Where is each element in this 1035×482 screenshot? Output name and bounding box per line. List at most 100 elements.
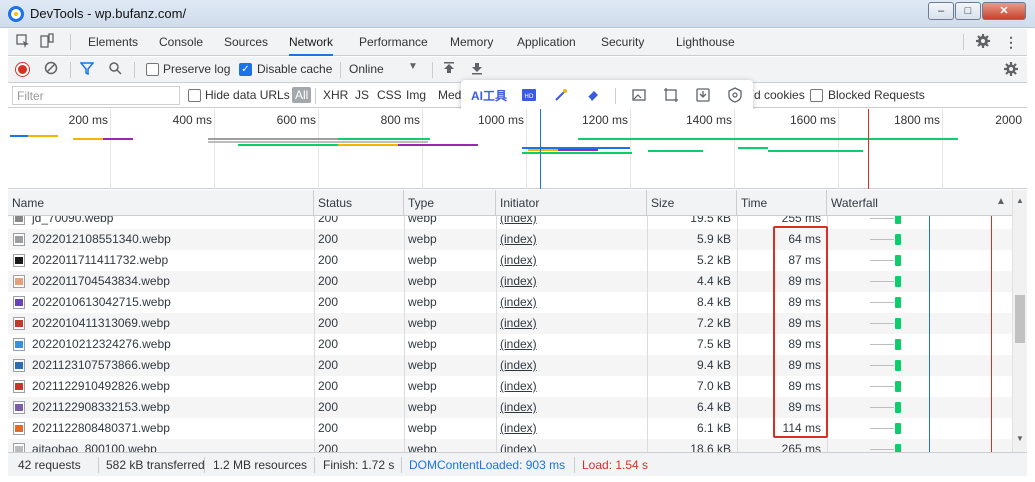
table-row[interactable]: 2022012108551340.webp 200 webp (index) 5.9 k… [8,229,1012,250]
type-filter-all[interactable]: All [292,87,312,103]
column-header-name[interactable]: Name [8,190,314,216]
waterfall-download-bar [895,381,901,392]
table-row[interactable]: 2021122908332153.webp 200 webp (index) 6.4 k… [8,397,1012,418]
overview-gridline [422,109,423,189]
request-type: webp [408,421,437,435]
table-row[interactable]: 2022011704543834.webp 200 webp (index) 4.4 k… [8,271,1012,292]
tab-elements[interactable]: Elements [88,29,138,56]
network-settings-gear-icon[interactable] [1002,61,1020,79]
request-initiator-link[interactable]: (index) [496,418,647,439]
export-har-icon[interactable] [468,61,486,79]
ai-tool-button[interactable]: AI工具 [467,87,511,105]
chevron-down-icon[interactable]: ▼ [408,61,418,72]
tab-security[interactable]: Security [601,29,644,56]
blocked-requests-checkbox[interactable] [810,89,823,102]
crop-icon[interactable] [661,87,681,105]
request-initiator-link[interactable]: (index) [496,439,647,452]
request-size: 7.2 kB [696,316,731,330]
import-har-icon[interactable] [440,61,458,79]
type-filter-media[interactable]: Med [438,88,461,102]
settings-gear-icon[interactable] [974,33,992,51]
request-initiator-link[interactable]: (index) [496,292,647,313]
overview-gridline [110,109,111,189]
image-file-icon [13,380,25,393]
request-initiator-link[interactable]: (index) [496,271,647,292]
eraser-icon[interactable] [583,87,603,105]
table-row[interactable]: 2022010212324276.webp 200 webp (index) 7.5 k… [8,334,1012,355]
request-name: 2022011704543834.webp [32,274,170,288]
disable-cache-checkbox[interactable]: ✓ [239,63,252,76]
request-size: 5.9 kB [696,232,731,246]
type-filter-js[interactable]: JS [355,88,369,102]
table-row[interactable]: 2021122808480371.webp 200 webp (index) 6.1 k… [8,418,1012,439]
column-header-status[interactable]: Status [314,190,404,216]
network-overview-timeline[interactable]: 200 ms 400 ms 600 ms 800 ms 1000 ms 1200… [8,109,1027,189]
filter-input[interactable] [12,86,180,105]
magic-wand-icon[interactable] [551,87,571,105]
column-header-initiator[interactable]: Initiator [496,190,647,216]
search-icon[interactable] [106,61,124,79]
table-row[interactable]: 2022010613042715.webp 200 webp (index) 8.4 k… [8,292,1012,313]
download-icon[interactable] [693,87,713,105]
request-initiator-link[interactable]: (index) [496,313,647,334]
tab-network[interactable]: Network [289,29,334,56]
table-row[interactable]: 2022011711411732.webp 200 webp (index) 5.2 k… [8,250,1012,271]
preserve-log-checkbox[interactable] [146,63,159,76]
request-initiator-link[interactable]: (index) [496,355,647,376]
more-options-icon[interactable]: ⋮ [1002,33,1020,51]
table-scrollbar[interactable]: ▲ ▼ [1012,190,1027,452]
scrollbar-thumb[interactable] [1015,295,1025,343]
table-row[interactable]: 2021123107573866.webp 200 webp (index) 9.4 k… [8,355,1012,376]
record-button[interactable] [16,63,29,76]
tab-application[interactable]: Application [517,29,576,56]
request-size: 7.5 kB [696,337,731,351]
tab-performance[interactable]: Performance [359,29,428,56]
time-column-highlight-box [773,226,828,438]
maximize-button[interactable]: □ [955,2,981,20]
waterfall-download-bar [895,423,901,434]
hide-data-urls-checkbox[interactable] [188,89,201,102]
type-filter-img[interactable]: Img [406,88,426,102]
request-initiator-link[interactable]: (index) [496,397,647,418]
request-status: 200 [318,379,339,393]
filter-funnel-icon[interactable] [78,61,96,79]
clear-icon[interactable] [42,61,60,79]
table-row[interactable]: jd_70090.webp 200 webp (index) 19.5 kB 255 ms [8,216,1012,229]
column-header-size[interactable]: Size [647,190,737,216]
close-window-button[interactable]: ✕ [982,2,1026,20]
tab-memory[interactable]: Memory [450,29,493,56]
column-header-time[interactable]: Time [737,190,827,216]
request-initiator-link[interactable]: (index) [496,334,647,355]
waterfall-wait-line [870,239,894,240]
load-event-marker [868,109,869,189]
column-header-type[interactable]: Type [404,190,496,216]
scroll-up-arrow-icon[interactable]: ▲ [1016,196,1024,205]
tab-lighthouse[interactable]: Lighthouse [676,29,735,56]
inspect-element-icon[interactable] [14,33,32,51]
shield-icon[interactable] [725,87,745,105]
scroll-down-arrow-icon[interactable]: ▼ [1016,434,1024,443]
column-divider [737,216,738,452]
table-row[interactable]: 2022010411313069.webp 200 webp (index) 7.2 k… [8,313,1012,334]
request-initiator-link[interactable]: (index) [496,229,647,250]
sort-ascending-icon[interactable]: ▲ [996,196,1006,207]
tab-console[interactable]: Console [159,29,203,56]
request-initiator-link[interactable]: (index) [496,216,647,229]
image-edit-icon[interactable] [629,87,649,105]
request-initiator-link[interactable]: (index) [496,250,647,271]
table-row[interactable]: aitaobao_800100.webp 200 webp (index) 18.6 k… [8,439,1012,452]
overview-gridline [526,109,527,189]
overview-gridline [734,109,735,189]
type-filter-xhr[interactable]: XHR [323,88,348,102]
image-file-icon [13,275,25,288]
device-toolbar-icon[interactable] [38,33,56,51]
hd-image-icon[interactable]: HD [519,87,539,105]
table-row[interactable]: 2021122910492826.webp 200 webp (index) 7.0 k… [8,376,1012,397]
request-initiator-link[interactable]: (index) [496,376,647,397]
request-type: webp [408,274,437,288]
image-file-icon [13,216,25,225]
throttling-select[interactable]: Online [349,62,384,76]
type-filter-css[interactable]: CSS [377,88,402,102]
minimize-button[interactable]: – [928,2,954,20]
tab-sources[interactable]: Sources [224,29,268,56]
